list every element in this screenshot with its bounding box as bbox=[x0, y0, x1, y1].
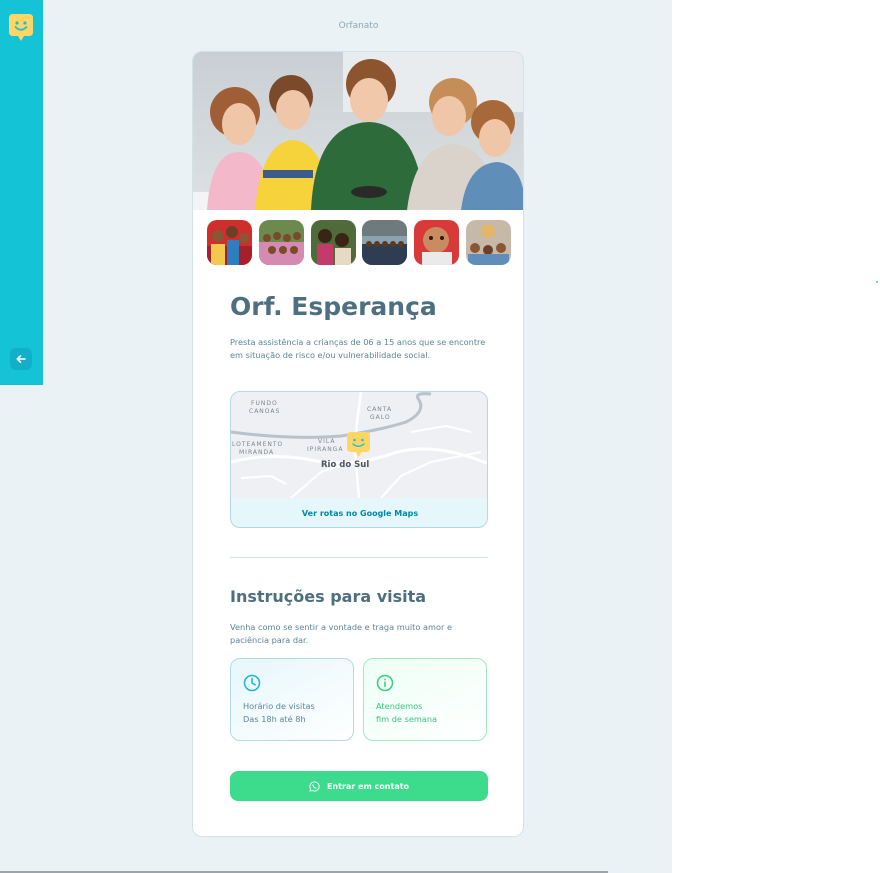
orphanage-details-card: Orf. Esperança Presta assistência a cria… bbox=[192, 51, 524, 837]
contact-button-label: Entrar em contato bbox=[326, 781, 410, 791]
visiting-hours-box: Horário de visitas Das 18h até 8h bbox=[230, 658, 354, 741]
map-label: GALO bbox=[370, 414, 391, 421]
thumbnail-photo[interactable] bbox=[258, 220, 304, 265]
thumbnail-photo[interactable] bbox=[207, 220, 252, 265]
weekend-info-box: Atendemos fim de semana bbox=[363, 658, 487, 741]
weekend-info-text: Atendemos fim de semana bbox=[376, 700, 437, 726]
weekend-info-line1: Atendemos bbox=[376, 701, 423, 711]
arrow-left-icon bbox=[16, 355, 26, 363]
visit-instructions-title: Instruções para visita bbox=[230, 587, 427, 606]
google-maps-link[interactable]: Ver rotas no Google Maps bbox=[231, 498, 487, 527]
orphanage-description: Presta assistência a crianças de 06 a 15… bbox=[230, 337, 486, 360]
map-label: IPIRANGA bbox=[307, 446, 343, 453]
visiting-hours-text: Horário de visitas Das 18h até 8h bbox=[243, 700, 315, 726]
map-card: FUNDO CANOAS CANTA GALO LOTEAMENTO MIRAN… bbox=[230, 391, 488, 528]
orphanage-name: Orf. Esperança bbox=[230, 292, 437, 321]
location-map[interactable]: FUNDO CANOAS CANTA GALO LOTEAMENTO MIRAN… bbox=[231, 392, 488, 498]
visiting-hours-value: Das 18h até 8h bbox=[243, 714, 306, 724]
visit-instructions-text: Venha como se sentir a vontade e traga m… bbox=[230, 622, 452, 645]
visiting-hours-label: Horário de visitas bbox=[243, 701, 315, 711]
thumbnail-photo[interactable] bbox=[310, 220, 356, 265]
section-divider bbox=[230, 557, 488, 558]
map-label: CANTA bbox=[367, 406, 392, 413]
contact-button[interactable]: Entrar em contato bbox=[230, 771, 488, 801]
thumbnail-photo[interactable] bbox=[414, 220, 460, 265]
map-label: MIRANDA bbox=[239, 449, 274, 456]
whatsapp-icon bbox=[309, 780, 320, 792]
map-city-label: Rio do Sul bbox=[321, 460, 369, 470]
status-dot bbox=[876, 281, 878, 283]
map-label: VILA bbox=[318, 438, 335, 445]
thumbnail-photo[interactable] bbox=[362, 220, 408, 265]
sidebar bbox=[0, 0, 43, 385]
page-title: Orfanato bbox=[338, 21, 379, 31]
info-icon bbox=[376, 674, 394, 692]
map-label: LOTEAMENTO bbox=[232, 441, 283, 448]
clock-icon bbox=[243, 674, 261, 692]
map-label: FUNDO bbox=[251, 400, 278, 407]
thumbnail-photo[interactable] bbox=[465, 220, 511, 265]
map-label: CANOAS bbox=[249, 408, 280, 415]
app-background: Orfanato Orf. Esperança Presta assistênc… bbox=[0, 0, 672, 873]
weekend-info-line2: fim de semana bbox=[376, 714, 438, 724]
photo-thumbnails bbox=[207, 220, 511, 266]
back-button[interactable] bbox=[10, 348, 32, 370]
hero-photo bbox=[193, 52, 523, 210]
